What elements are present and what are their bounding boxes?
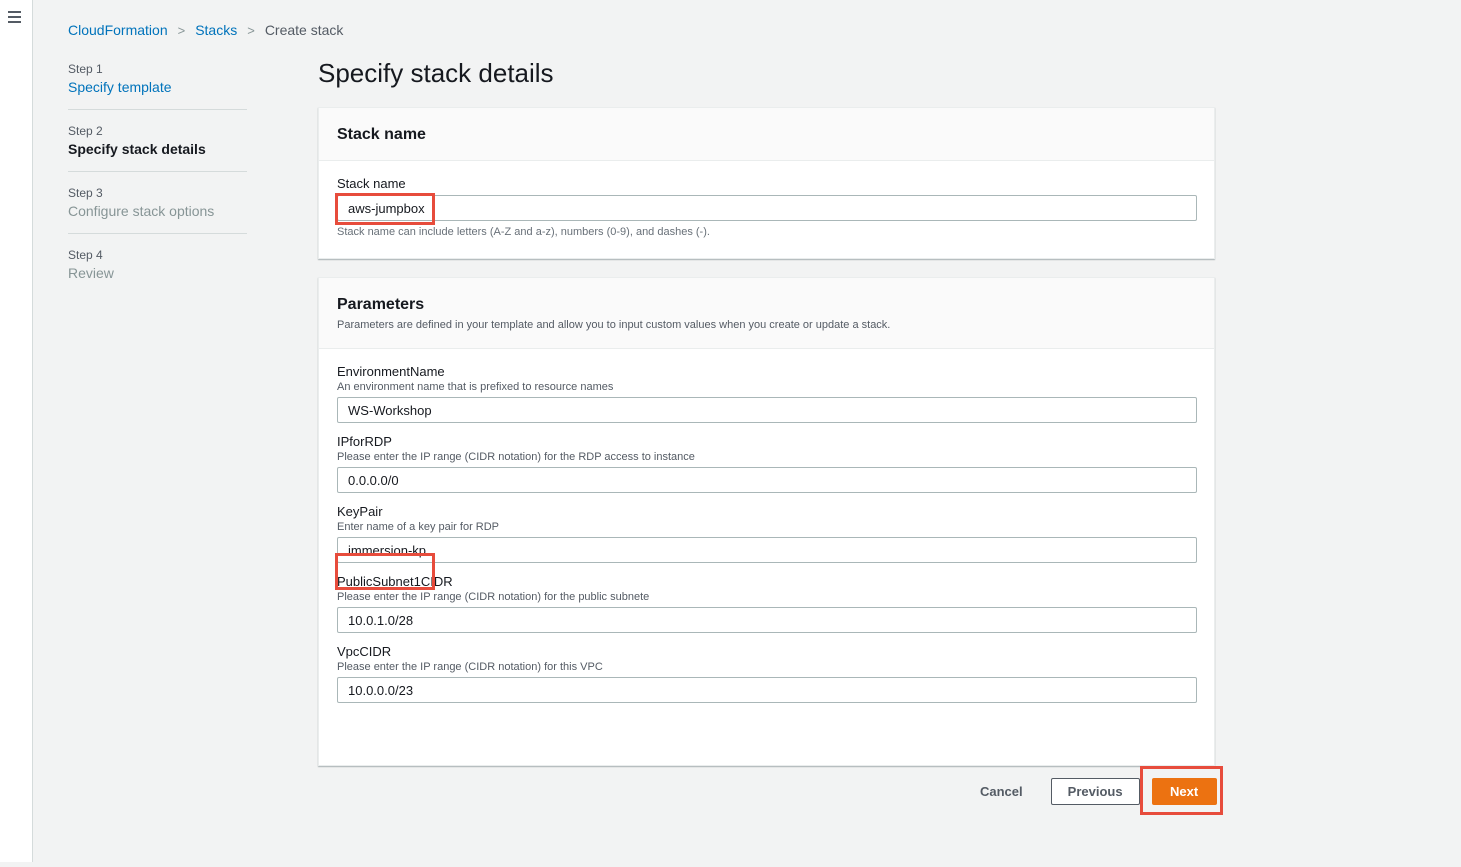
field-label: KeyPair <box>337 504 383 519</box>
field-label: IPforRDP <box>337 434 392 449</box>
page-title: Specify stack details <box>318 58 554 88</box>
breadcrumb: CloudFormation > Stacks > Create stack <box>68 22 343 38</box>
panel-description: Parameters are defined in your template … <box>337 319 891 331</box>
step-number: Step 4 <box>68 248 103 262</box>
field-hint: Please enter the IP range (CIDR notation… <box>337 451 695 463</box>
field-hint: Please enter the IP range (CIDR notation… <box>337 591 650 603</box>
field-hint: An environment name that is prefixed to … <box>337 381 614 393</box>
parameters-panel: Parameters Parameters are defined in you… <box>318 277 1215 766</box>
hamburger-menu-icon[interactable] <box>8 11 21 23</box>
step-title-configure-stack-options: Configure stack options <box>68 203 215 219</box>
highlight-box <box>335 553 435 590</box>
parameter-field: EnvironmentName An environment name that… <box>337 364 1197 423</box>
step-title-specify-stack-details: Specify stack details <box>68 141 206 157</box>
parameter-field: KeyPair Enter name of a key pair for RDP <box>337 504 1197 563</box>
panel-title: Parameters <box>337 296 425 313</box>
cancel-button[interactable]: Cancel <box>960 778 1043 805</box>
stack-name-panel: Stack name Stack name Stack name can inc… <box>318 107 1215 259</box>
field-label: EnvironmentName <box>337 364 445 379</box>
stack-name-field: Stack name Stack name can include letter… <box>337 176 1197 238</box>
step-title-review: Review <box>68 265 114 281</box>
step-title-specify-template[interactable]: Specify template <box>68 79 247 95</box>
panel-body: Stack name Stack name can include letter… <box>319 161 1214 267</box>
breadcrumb-current: Create stack <box>264 22 344 38</box>
panel-body: EnvironmentName An environment name that… <box>319 349 1214 732</box>
chevron-right-icon: > <box>177 22 186 38</box>
field-label: PublicSubnet1CIDR <box>337 574 453 589</box>
wizard-steps: Step 1 Specify template Step 2 Specify s… <box>68 62 247 309</box>
field-hint: Please enter the IP range (CIDR notation… <box>337 661 603 673</box>
previous-button[interactable]: Previous <box>1050 778 1140 805</box>
wizard-step-4: Step 4 Review <box>68 248 247 295</box>
wizard-step-1: Step 1 Specify template <box>68 62 247 110</box>
step-number: Step 3 <box>68 186 103 200</box>
highlight-box <box>1140 766 1223 815</box>
step-number: Step 2 <box>68 124 103 138</box>
stack-name-input[interactable] <box>337 195 1197 221</box>
vpc-cidr-input[interactable] <box>337 677 1197 703</box>
panel-title: Stack name <box>337 126 426 143</box>
field-hint: Enter name of a key pair for RDP <box>337 521 500 533</box>
parameter-field: IPforRDP Please enter the IP range (CIDR… <box>337 434 1197 493</box>
parameter-field: VpcCIDR Please enter the IP range (CIDR … <box>337 644 1197 703</box>
breadcrumb-cloudformation[interactable]: CloudFormation <box>68 22 168 38</box>
key-pair-input[interactable] <box>337 537 1197 563</box>
breadcrumb-stacks[interactable]: Stacks <box>195 22 237 38</box>
step-number: Step 1 <box>68 62 103 76</box>
field-constraint: Stack name can include letters (A-Z and … <box>337 226 710 238</box>
ip-for-rdp-input[interactable] <box>337 467 1197 493</box>
chevron-right-icon: > <box>247 22 255 38</box>
public-subnet1-cidr-input[interactable] <box>337 607 1197 633</box>
environment-name-input[interactable] <box>337 397 1197 423</box>
parameter-field: PublicSubnet1CIDR Please enter the IP ra… <box>337 574 1197 633</box>
panel-header: Stack name <box>319 108 1214 161</box>
highlight-box <box>335 193 435 225</box>
field-label: VpcCIDR <box>337 644 392 659</box>
wizard-step-3: Step 3 Configure stack options <box>68 186 247 234</box>
panel-header: Parameters Parameters are defined in you… <box>319 278 1214 349</box>
side-navigation-rail <box>0 0 33 862</box>
field-label: Stack name <box>337 176 406 191</box>
wizard-step-2: Step 2 Specify stack details <box>68 124 247 172</box>
